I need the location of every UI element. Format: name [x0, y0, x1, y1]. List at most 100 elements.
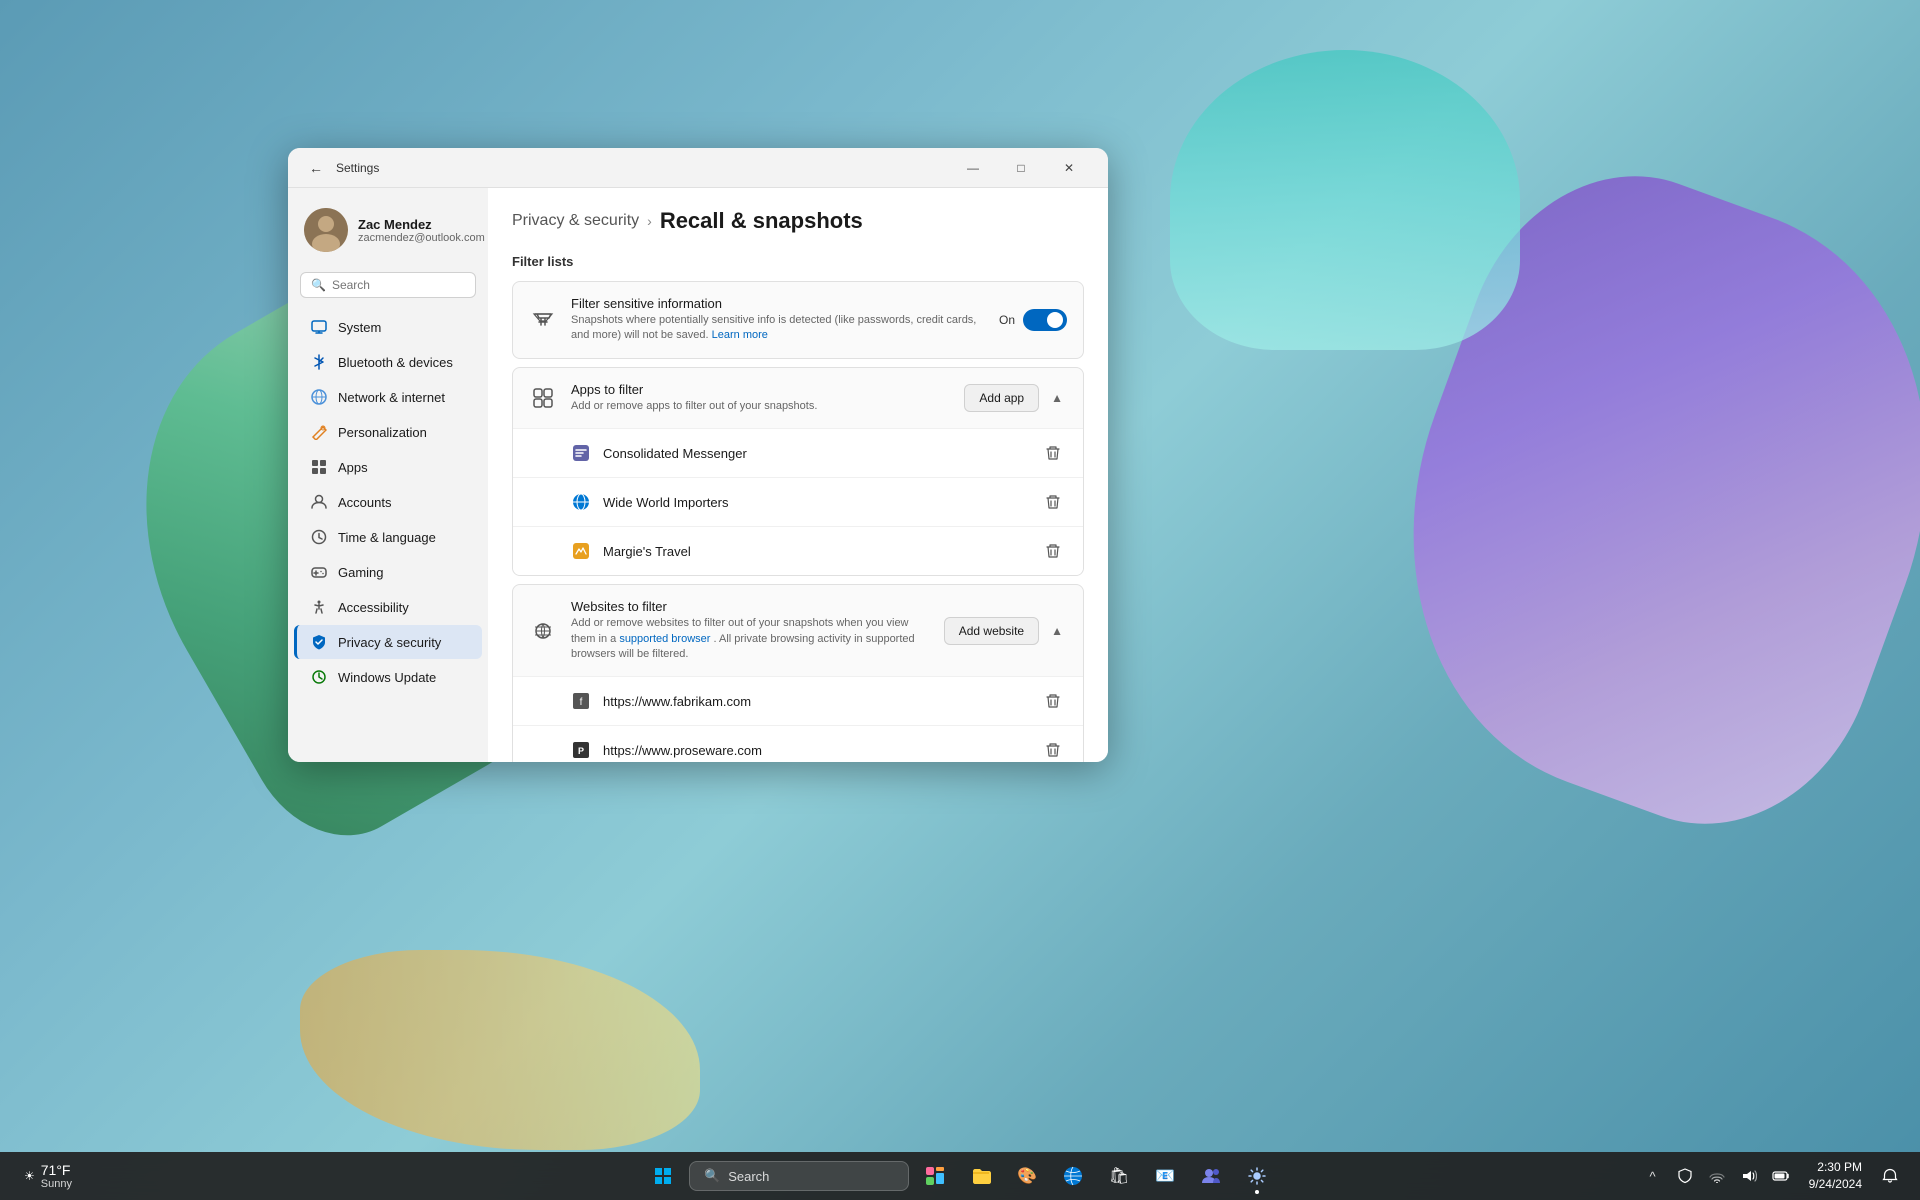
weather-condition: Sunny [41, 1178, 72, 1190]
fabrikam-url: https://www.fabrikam.com [603, 694, 1027, 709]
websites-chevron-icon[interactable]: ▲ [1047, 620, 1067, 642]
close-button[interactable]: ✕ [1046, 152, 1092, 184]
privacy-icon [310, 633, 328, 651]
website-item-fabrikam: f https://www.fabrikam.com [513, 677, 1083, 726]
tray-security-icon[interactable] [1671, 1162, 1699, 1190]
app-item-worldwide: Wide World Importers [513, 478, 1083, 527]
delete-worldwide-button[interactable] [1039, 488, 1067, 516]
sidebar-item-apps[interactable]: Apps [294, 450, 482, 484]
apps-filter-icon [529, 384, 557, 412]
filter-sensitive-action: On [999, 309, 1067, 331]
sidebar-item-network-label: Network & internet [338, 390, 445, 405]
sidebar-item-accounts[interactable]: Accounts [294, 485, 482, 519]
supported-browser-link[interactable]: supported browser [619, 633, 710, 645]
sidebar-item-bluetooth-label: Bluetooth & devices [338, 355, 453, 370]
taskbar-app-mail[interactable]: 📧 [1145, 1156, 1185, 1196]
wide-world-importers-icon [571, 492, 591, 512]
search-input[interactable] [332, 278, 465, 292]
app-item-consolidated: Consolidated Messenger [513, 429, 1083, 478]
tray-battery-icon[interactable] [1767, 1162, 1795, 1190]
margies-travel-icon [571, 541, 591, 561]
sidebar: Zac Mendez zacmendez@outlook.com 🔍 Syste… [288, 188, 488, 762]
system-tray: ^ [1639, 1162, 1795, 1190]
breadcrumb: Privacy & security › Recall & snapshots [512, 208, 1084, 234]
network-icon [310, 388, 328, 406]
fabrikam-icon: f [571, 691, 591, 711]
weather-icon: ☀ [24, 1169, 35, 1183]
sidebar-item-personalization[interactable]: Personalization [294, 415, 482, 449]
app-item-margies: Margie's Travel [513, 527, 1083, 575]
search-box[interactable]: 🔍 [300, 272, 476, 298]
delete-fabrikam-button[interactable] [1039, 687, 1067, 715]
taskbar-app-widgets[interactable] [915, 1156, 955, 1196]
add-website-button[interactable]: Add website [944, 617, 1039, 645]
tray-network-icon[interactable] [1703, 1162, 1731, 1190]
svg-text:P: P [578, 746, 584, 756]
tray-expand-icon[interactable]: ^ [1639, 1162, 1667, 1190]
websites-to-filter-header: Websites to filter Add or remove website… [513, 585, 1083, 677]
taskbar-app-explorer[interactable] [961, 1156, 1001, 1196]
apps-to-filter-card: Apps to filter Add or remove apps to fil… [512, 367, 1084, 576]
back-button[interactable]: ← [304, 156, 328, 180]
user-profile[interactable]: Zac Mendez zacmendez@outlook.com [288, 200, 488, 268]
filter-sensitive-text: Filter sensitive information Snapshots w… [571, 296, 985, 344]
taskbar-app-teams[interactable] [1191, 1156, 1231, 1196]
sidebar-item-privacy[interactable]: Privacy & security [294, 625, 482, 659]
weather-widget[interactable]: ☀ 71°F Sunny [16, 1158, 80, 1194]
start-button[interactable] [643, 1156, 683, 1196]
clock-time: 2:30 PM [1809, 1159, 1862, 1176]
maximize-button[interactable]: □ [998, 152, 1044, 184]
taskbar: ☀ 71°F Sunny 🔍 Search [0, 1152, 1920, 1200]
filter-learn-more-link[interactable]: Learn more [712, 329, 768, 341]
accounts-icon [310, 493, 328, 511]
sidebar-item-network[interactable]: Network & internet [294, 380, 482, 414]
personalization-icon [310, 423, 328, 441]
sidebar-item-update[interactable]: Windows Update [294, 660, 482, 694]
sidebar-item-system[interactable]: System [294, 310, 482, 344]
search-icon: 🔍 [311, 278, 326, 292]
wide-world-importers-name: Wide World Importers [603, 495, 1027, 510]
filter-icon [529, 306, 557, 334]
tray-volume-icon[interactable] [1735, 1162, 1763, 1190]
main-content: Privacy & security › Recall & snapshots … [488, 188, 1108, 762]
taskbar-app-store[interactable]: 🛍 [1099, 1156, 1139, 1196]
taskbar-app-paint[interactable]: 🎨 [1007, 1156, 1047, 1196]
apps-chevron-icon[interactable]: ▲ [1047, 387, 1067, 409]
sidebar-item-bluetooth[interactable]: Bluetooth & devices [294, 345, 482, 379]
taskbar-app-settings[interactable] [1237, 1156, 1277, 1196]
avatar [304, 208, 348, 252]
taskbar-left: ☀ 71°F Sunny [16, 1158, 80, 1194]
notification-bell-icon[interactable] [1876, 1162, 1904, 1190]
delete-consolidated-button[interactable] [1039, 439, 1067, 467]
apps-to-filter-text: Apps to filter Add or remove apps to fil… [571, 382, 950, 414]
sidebar-item-time[interactable]: Time & language [294, 520, 482, 554]
filter-sensitive-row: Filter sensitive information Snapshots w… [513, 282, 1083, 358]
minimize-button[interactable]: — [950, 152, 996, 184]
delete-proseware-button[interactable] [1039, 736, 1067, 762]
sidebar-item-personalization-label: Personalization [338, 425, 427, 440]
apps-to-filter-header: Apps to filter Add or remove apps to fil… [513, 368, 1083, 429]
system-icon [310, 318, 328, 336]
sidebar-item-gaming[interactable]: Gaming [294, 555, 482, 589]
taskbar-app-browser[interactable] [1053, 1156, 1093, 1196]
settings-body: Zac Mendez zacmendez@outlook.com 🔍 Syste… [288, 188, 1108, 762]
websites-to-filter-action: Add website ▲ [944, 617, 1067, 645]
consolidated-messenger-name: Consolidated Messenger [603, 446, 1027, 461]
breadcrumb-chevron: › [647, 213, 652, 229]
clock[interactable]: 2:30 PM 9/24/2024 [1803, 1155, 1868, 1197]
taskbar-search[interactable]: 🔍 Search [689, 1161, 909, 1191]
sidebar-item-apps-label: Apps [338, 460, 368, 475]
sidebar-item-update-label: Windows Update [338, 670, 436, 685]
window-title: Settings [336, 161, 950, 175]
breadcrumb-parent[interactable]: Privacy & security [512, 212, 639, 230]
delete-margies-button[interactable] [1039, 537, 1067, 565]
user-info: Zac Mendez zacmendez@outlook.com [358, 217, 485, 244]
apps-to-filter-action: Add app ▲ [964, 384, 1067, 412]
consolidated-messenger-icon [571, 443, 591, 463]
add-app-button[interactable]: Add app [964, 384, 1039, 412]
websites-filter-icon [529, 617, 557, 645]
sidebar-item-accessibility[interactable]: Accessibility [294, 590, 482, 624]
filter-sensitive-desc: Snapshots where potentially sensitive in… [571, 313, 985, 344]
filter-sensitive-toggle[interactable] [1023, 309, 1067, 331]
toggle-on-label: On [999, 313, 1015, 327]
